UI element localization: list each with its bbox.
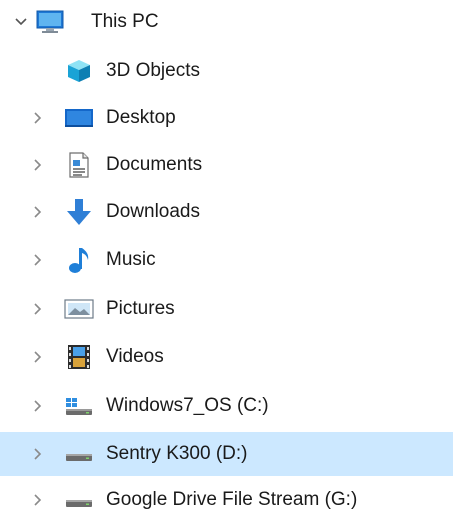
tree-item-drive-g[interactable]: Google Drive File Stream (G:) bbox=[0, 478, 453, 519]
chevron-right-icon[interactable] bbox=[27, 444, 47, 464]
chevron-down-icon[interactable] bbox=[11, 12, 31, 32]
computer-icon bbox=[35, 7, 65, 37]
navigation-tree: This PC 3D Objects Desktop Documents Dow… bbox=[0, 0, 453, 519]
windows-drive-icon bbox=[64, 391, 94, 421]
chevron-right-icon[interactable] bbox=[27, 299, 47, 319]
tree-item-downloads[interactable]: Downloads bbox=[0, 190, 453, 234]
pictures-icon bbox=[64, 294, 94, 324]
3d-objects-icon bbox=[64, 56, 94, 86]
drive-icon bbox=[64, 485, 94, 515]
tree-item-label: Music bbox=[106, 249, 156, 270]
tree-item-videos[interactable]: Videos bbox=[0, 335, 453, 379]
tree-item-label: Google Drive File Stream (G:) bbox=[106, 489, 358, 510]
tree-item-label: Downloads bbox=[106, 201, 200, 222]
videos-icon bbox=[64, 342, 94, 372]
chevron-right-icon[interactable] bbox=[27, 108, 47, 128]
chevron-right-icon[interactable] bbox=[27, 202, 47, 222]
downloads-icon bbox=[64, 197, 94, 227]
desktop-icon bbox=[64, 103, 94, 133]
documents-icon bbox=[64, 150, 94, 180]
tree-item-pictures[interactable]: Pictures bbox=[0, 287, 453, 331]
tree-item-desktop[interactable]: Desktop bbox=[0, 96, 453, 140]
tree-item-this-pc[interactable]: This PC bbox=[0, 0, 453, 44]
tree-item-label: Pictures bbox=[106, 298, 175, 319]
tree-item-music[interactable]: Music bbox=[0, 238, 453, 282]
tree-item-documents[interactable]: Documents bbox=[0, 143, 453, 187]
tree-item-label: 3D Objects bbox=[106, 60, 200, 81]
tree-item-label: Desktop bbox=[106, 107, 176, 128]
tree-item-drive-d[interactable]: Sentry K300 (D:) bbox=[0, 432, 453, 476]
chevron-right-icon[interactable] bbox=[27, 250, 47, 270]
tree-item-label: Videos bbox=[106, 346, 164, 367]
tree-item-label: Documents bbox=[106, 154, 203, 175]
tree-item-3d-objects[interactable]: 3D Objects bbox=[0, 49, 453, 93]
drive-icon bbox=[64, 439, 94, 469]
tree-item-drive-c[interactable]: Windows7_OS (C:) bbox=[0, 384, 453, 428]
tree-item-label: Sentry K300 (D:) bbox=[106, 443, 248, 464]
chevron-right-icon[interactable] bbox=[27, 490, 47, 510]
chevron-right-icon[interactable] bbox=[27, 155, 47, 175]
chevron-right-icon[interactable] bbox=[27, 396, 47, 416]
chevron-right-icon[interactable] bbox=[27, 347, 47, 367]
music-icon bbox=[64, 245, 94, 275]
tree-item-label: This PC bbox=[91, 11, 159, 32]
tree-item-label: Windows7_OS (C:) bbox=[106, 395, 269, 416]
